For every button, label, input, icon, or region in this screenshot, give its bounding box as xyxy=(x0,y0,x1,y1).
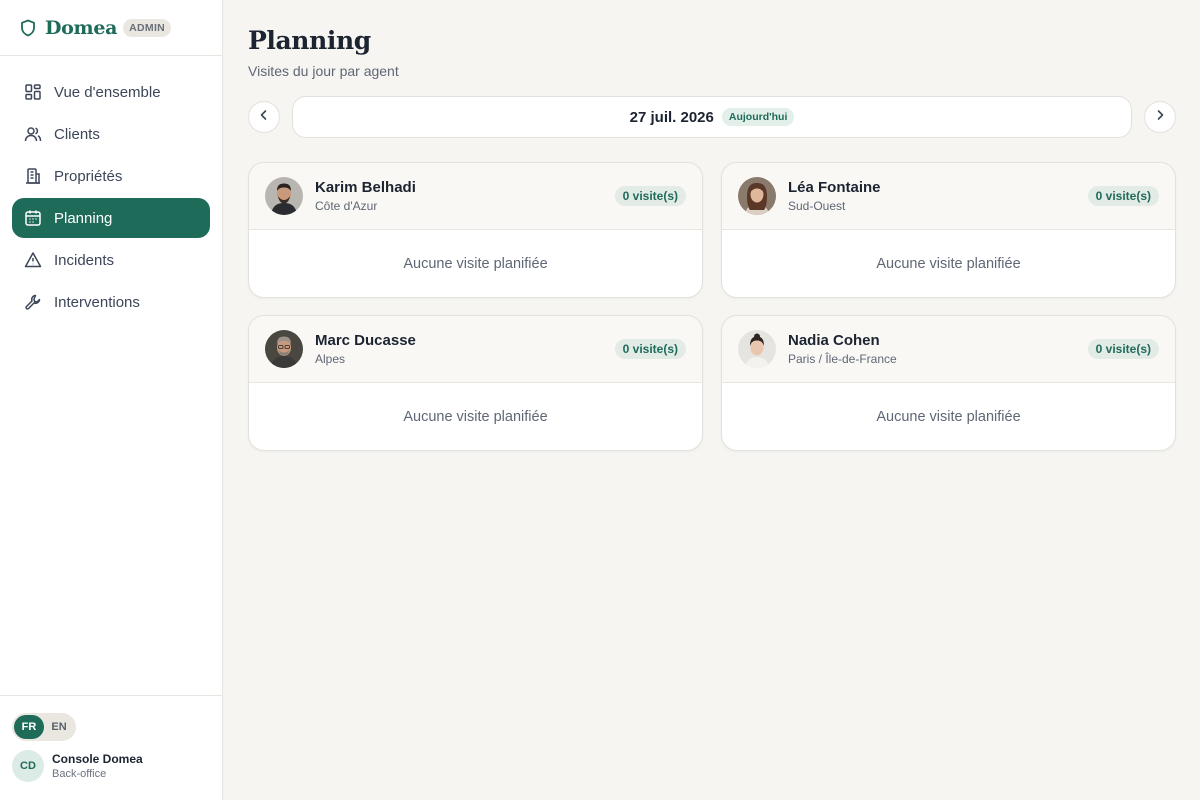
agent-region: Côte d'Azur xyxy=(315,199,378,213)
agent-region: Alpes xyxy=(315,352,346,366)
visit-count-badge: 0 visite(s) xyxy=(614,186,686,206)
sidebar-item-interventions[interactable]: Interventions xyxy=(12,282,210,322)
visit-count-badge: 0 visite(s) xyxy=(614,339,686,359)
sidebar-item-label: Interventions xyxy=(54,293,140,311)
agent-card-header[interactable]: Marc Ducasse Alpes 0 visite(s) xyxy=(249,316,702,383)
agent-name: Léa Fontaine xyxy=(788,179,881,196)
agent-avatar xyxy=(738,330,776,368)
agent-avatar xyxy=(265,330,303,368)
agent-card-header[interactable]: Nadia Cohen Paris / Île-de-France 0 visi… xyxy=(722,316,1175,383)
agent-avatar xyxy=(738,177,776,215)
agent-card-header[interactable]: Karim Belhadi Côte d'Azur 0 visite(s) xyxy=(249,163,702,230)
agent-card: Léa Fontaine Sud-Ouest 0 visite(s) Aucun… xyxy=(721,162,1176,298)
building-icon xyxy=(24,167,42,185)
visit-count-badge: 0 visite(s) xyxy=(1087,186,1159,206)
sidebar-item-planning[interactable]: Planning xyxy=(12,198,210,238)
sidebar-item-clients[interactable]: Clients xyxy=(12,114,210,154)
empty-state: Aucune visite planifiée xyxy=(403,256,548,272)
agent-avatar xyxy=(265,177,303,215)
sidebar-item-incidents[interactable]: Incidents xyxy=(12,240,210,280)
agent-card: Karim Belhadi Côte d'Azur 0 visite(s) Au… xyxy=(248,162,703,298)
chevron-right-icon xyxy=(1154,108,1166,126)
sidebar-item-overview[interactable]: Vue d'ensemble xyxy=(12,72,210,112)
sidebar-item-label: Incidents xyxy=(54,251,115,269)
sidebar-item-label: Planning xyxy=(54,209,113,227)
agent-region: Sud-Ouest xyxy=(788,199,846,213)
dashboard-icon xyxy=(24,83,42,101)
visit-count-badge: 0 visite(s) xyxy=(1087,339,1159,359)
agent-name: Marc Ducasse xyxy=(315,332,416,349)
today-badge: Aujourd'hui xyxy=(721,108,795,126)
main-content: Planning Visites du jour par agent 27 ju… xyxy=(248,0,1176,451)
chevron-left-icon xyxy=(258,108,270,126)
agent-card-header[interactable]: Léa Fontaine Sud-Ouest 0 visite(s) xyxy=(722,163,1175,230)
admin-badge: ADMIN xyxy=(123,18,172,37)
sidebar-item-label: Vue d'ensemble xyxy=(54,83,161,101)
wrench-icon xyxy=(24,293,42,311)
agent-grid: Karim Belhadi Côte d'Azur 0 visite(s) Au… xyxy=(248,162,1176,451)
sidebar-nav: Vue d'ensemble Clients Propriétés Planni… xyxy=(0,56,222,322)
page-subtitle: Visites du jour par agent xyxy=(248,63,399,79)
language-en-button[interactable]: EN xyxy=(44,715,74,739)
sidebar-footer: FR EN CD Console Domea Back-office xyxy=(0,695,222,800)
agent-name: Karim Belhadi xyxy=(315,179,416,196)
brand[interactable]: Domea ADMIN xyxy=(0,0,222,56)
date-label: 27 juil. 2026 xyxy=(629,108,714,126)
user-profile[interactable]: CD Console Domea Back-office xyxy=(12,750,210,782)
empty-state: Aucune visite planifiée xyxy=(403,409,548,425)
page-title: Planning xyxy=(248,26,371,55)
current-date[interactable]: 27 juil. 2026 Aujourd'hui xyxy=(292,96,1132,138)
agent-region: Paris / Île-de-France xyxy=(788,352,897,366)
user-name: Console Domea xyxy=(52,752,143,766)
empty-state: Aucune visite planifiée xyxy=(876,256,1021,272)
date-navigator: 27 juil. 2026 Aujourd'hui xyxy=(248,96,1176,138)
shield-icon xyxy=(20,19,38,37)
previous-day-button[interactable] xyxy=(248,101,280,133)
agent-card: Marc Ducasse Alpes 0 visite(s) Aucune vi… xyxy=(248,315,703,451)
agent-card: Nadia Cohen Paris / Île-de-France 0 visi… xyxy=(721,315,1176,451)
sidebar: Domea ADMIN Vue d'ensemble Clients Propr… xyxy=(0,0,223,800)
sidebar-item-label: Propriétés xyxy=(54,167,123,185)
sidebar-item-properties[interactable]: Propriétés xyxy=(12,156,210,196)
app-name: Domea xyxy=(45,16,118,39)
users-icon xyxy=(24,125,42,143)
agent-name: Nadia Cohen xyxy=(788,332,880,349)
sidebar-item-label: Clients xyxy=(54,125,100,143)
avatar: CD xyxy=(12,750,44,782)
user-role: Back-office xyxy=(52,768,107,780)
next-day-button[interactable] xyxy=(1144,101,1176,133)
empty-state: Aucune visite planifiée xyxy=(876,409,1021,425)
language-toggle: FR EN xyxy=(12,713,76,741)
language-fr-button[interactable]: FR xyxy=(14,715,44,739)
warning-icon xyxy=(24,251,42,269)
calendar-icon xyxy=(24,209,42,227)
